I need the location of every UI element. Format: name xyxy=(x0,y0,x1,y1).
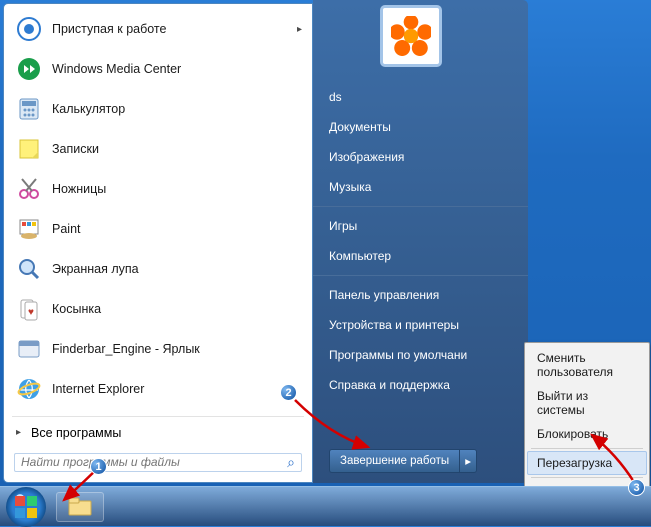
annotation-badge-1: 1 xyxy=(90,458,107,475)
program-label: Калькулятор xyxy=(52,102,125,116)
program-item-paint[interactable]: Paint xyxy=(6,209,310,249)
start-menu-left-panel: Приступая к работе ▸ Windows Media Center К… xyxy=(3,3,313,483)
search-icon: ⌕ xyxy=(287,454,295,471)
program-label: Finderbar_Engine - Ярлык xyxy=(52,342,200,356)
place-item-user[interactable]: ds xyxy=(313,82,528,112)
program-item-getting-started[interactable]: Приступая к работе ▸ xyxy=(6,9,310,49)
getting-started-icon xyxy=(14,14,44,44)
ie-icon xyxy=(14,374,44,404)
place-item-control-panel[interactable]: Панель управления xyxy=(313,275,528,310)
sticky-icon xyxy=(14,134,44,164)
all-programs-label: Все программы xyxy=(31,426,121,440)
start-button[interactable] xyxy=(6,487,46,527)
program-item-ie[interactable]: Internet Explorer xyxy=(6,369,310,409)
place-item-games[interactable]: Игры xyxy=(313,206,528,241)
annotation-badge-2: 2 xyxy=(280,384,297,401)
separator xyxy=(12,416,304,417)
annotation-arrow-1 xyxy=(56,460,116,510)
place-item-music[interactable]: Музыка xyxy=(313,172,528,202)
place-item-defaults[interactable]: Программы по умолчани xyxy=(313,340,528,370)
flower-icon xyxy=(391,16,431,56)
calc-icon xyxy=(14,94,44,124)
start-menu: Приступая к работе ▸ Windows Media Center К… xyxy=(3,0,528,483)
program-item-sticky[interactable]: Записки xyxy=(6,129,310,169)
power-option-switch-user[interactable]: Сменить пользователя xyxy=(527,346,647,384)
all-programs[interactable]: ▸ Все программы xyxy=(4,419,312,447)
program-label: Paint xyxy=(52,222,81,236)
program-item-snip[interactable]: Ножницы xyxy=(6,169,310,209)
user-avatar[interactable] xyxy=(380,5,442,67)
svg-text:♥: ♥ xyxy=(28,307,34,318)
snip-icon xyxy=(14,174,44,204)
place-item-documents[interactable]: Документы xyxy=(313,112,528,142)
annotation-arrow-2 xyxy=(290,395,380,455)
solitaire-icon: ♥ xyxy=(14,294,44,324)
arrow-right-icon: ▸ xyxy=(16,427,21,438)
windows-logo-icon xyxy=(15,496,37,518)
place-item-devices[interactable]: Устройства и принтеры xyxy=(313,310,528,340)
power-option-logoff[interactable]: Выйти из системы xyxy=(527,384,647,422)
shutdown-menu-button[interactable]: ▸ xyxy=(459,449,477,473)
place-item-computer[interactable]: Компьютер xyxy=(313,241,528,271)
program-label: Ножницы xyxy=(52,182,106,196)
annotation-badge-3: 3 xyxy=(628,479,645,496)
program-item-finderbar[interactable]: Finderbar_Engine - Ярлык xyxy=(6,329,310,369)
program-label: Косынка xyxy=(52,302,101,316)
program-label: Приступая к работе xyxy=(52,22,166,36)
submenu-arrow-icon: ▸ xyxy=(297,24,302,35)
program-label: Экранная лупа xyxy=(52,262,139,276)
place-item-pictures[interactable]: Изображения xyxy=(313,142,528,172)
program-label: Internet Explorer xyxy=(52,382,144,396)
paint-icon xyxy=(14,214,44,244)
program-item-solitaire[interactable]: ♥ Косынка xyxy=(6,289,310,329)
wmc-icon xyxy=(14,54,44,84)
finderbar-icon xyxy=(14,334,44,364)
program-item-calc[interactable]: Калькулятор xyxy=(6,89,310,129)
program-label: Записки xyxy=(52,142,99,156)
program-item-magnifier[interactable]: Экранная лупа xyxy=(6,249,310,289)
program-item-wmc[interactable]: Windows Media Center xyxy=(6,49,310,89)
program-label: Windows Media Center xyxy=(52,62,181,76)
magnifier-icon xyxy=(14,254,44,284)
program-list: Приступая к работе ▸ Windows Media Center К… xyxy=(4,4,312,414)
